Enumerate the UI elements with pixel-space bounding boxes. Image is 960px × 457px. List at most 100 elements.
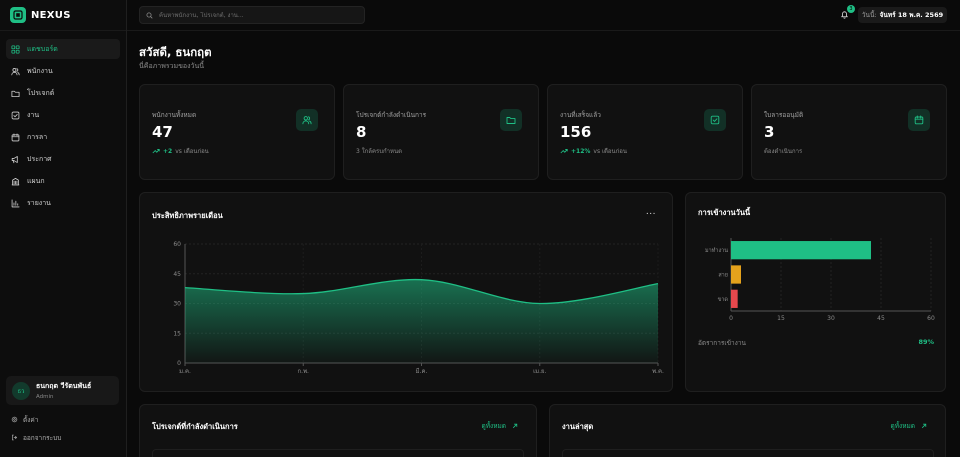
attendance-rate-value: 89% [918,338,934,346]
sidebar-item-1[interactable]: พนักงาน [6,61,120,81]
attendance-bar [731,265,741,284]
checkbox-icon [710,115,720,125]
brand-name: NEXUS [31,9,71,21]
user-card[interactable]: ธว ธนกฤต วีรัตนพันธ์ Admin [6,376,119,405]
x-tick-label: มี.ค. [416,367,428,375]
stat-sub: 3 ใกล้ครบกำหนด [356,148,402,155]
search-input[interactable] [159,11,359,19]
calendar-icon [11,132,20,141]
tasks-title: งานล่าสุด [562,422,594,431]
stat-card[interactable]: ใบลารออนุมัติ 3 ต้องดำเนินการ [751,84,947,180]
logout-label: ออกจากระบบ [23,433,62,442]
tasks-view-all-label: ดูทั้งหมด [890,422,915,430]
sidebar-item-5[interactable]: ประกาศ [6,149,120,169]
stat-delta: +12% [571,147,591,155]
y-tick-label: 60 [173,241,181,248]
folder-icon [11,90,20,97]
stat-icon-box [908,109,930,131]
tasks-view-all-link[interactable]: ดูทั้งหมด [891,421,927,431]
stat-sub: vs เดือนก่อน [593,148,627,155]
y-tick-label: 15 [173,330,181,337]
attendance-rate: อัตราการเข้างาน 89% [698,338,934,348]
x-tick-label: ก.พ. [298,368,309,375]
stat-card[interactable]: โปรเจกต์กำลังดำเนินการ 8 3 ใกล้ครบกำหนด [343,84,539,180]
projects-view-all-link[interactable]: ดูทั้งหมด [482,421,518,431]
date-chip: วันนี้: จันทร์ 18 พ.ค. 2569 [858,7,947,23]
stat-card[interactable]: พนักงานทั้งหมด 47 +2 vs เดือนก่อน [139,84,335,180]
x-tick-label: 60 [927,315,935,322]
date-value: จันทร์ 18 พ.ค. 2569 [879,11,944,19]
x-tick-label: พ.ค. [652,368,664,375]
main-content: 3 วันนี้: จันทร์ 18 พ.ค. 2569 สวัสดี, ธน… [127,0,960,457]
page-subtitle: นี่คือภาพรวมของวันนี้ [139,62,205,70]
app: NEXUS แดชบอร์ดพนักงานโปรเจกต์งานการลาประ… [0,0,960,457]
stat-value: 47 [152,123,173,141]
stat-card[interactable]: งานที่เสร็จแล้ว 156 +12% vs เดือนก่อน [547,84,743,180]
performance-panel: ประสิทธิภาพรายเดือน ... 0 15 30 45 60 ม.ค. ก.พ… [139,192,673,392]
bar-chart-icon [11,198,20,207]
x-tick-label: 30 [827,315,835,322]
x-tick-label: เม.ย. [533,368,546,375]
stat-icon-box [296,109,318,131]
settings-link[interactable]: ตั้งค่า [11,415,61,424]
tasks-list-placeholder [562,449,934,457]
sidebar-item-7[interactable]: รายงาน [6,193,120,213]
building-icon [11,177,20,185]
brand[interactable]: NEXUS [0,0,126,31]
sidebar-item-label: รายงาน [27,198,51,207]
stat-icon-box [500,109,522,131]
x-tick-label: 0 [729,315,733,322]
projects-list-placeholder [152,449,524,457]
performance-chart: 0 15 30 45 60 ม.ค. ก.พ. มี.ค. เม.ย. พ.ค. [173,241,664,375]
sidebar-nav: แดชบอร์ดพนักงานโปรเจกต์งานการลาประกาศแผน… [0,31,126,221]
gear-icon [11,416,18,423]
search-box[interactable] [139,6,365,24]
logout-icon [12,434,18,441]
attendance-bar [731,289,738,308]
users-icon [302,116,312,125]
stat-value: 3 [764,123,775,141]
folder-icon [506,117,516,124]
projects-view-all-label: ดูทั้งหมด [481,422,506,430]
y-category-label: ขาด [718,297,729,303]
sidebar-item-label: ประกาศ [27,154,52,163]
arrow-up-right-icon [512,423,518,429]
sidebar-item-label: พนักงาน [27,66,53,75]
stat-subtext: +12% vs เดือนก่อน [560,146,627,156]
sidebar-item-label: โปรเจกต์ [27,88,55,97]
y-tick-label: 30 [173,301,181,308]
stat-sub: ต้องดำเนินการ [764,148,803,155]
logo-icon [10,7,26,23]
stat-value: 156 [560,123,592,141]
sidebar-item-3[interactable]: งาน [6,105,120,125]
sidebar-item-4[interactable]: การลา [6,127,120,147]
sidebar-item-0[interactable]: แดชบอร์ด [6,39,120,59]
stat-icon-box [704,109,726,131]
sidebar-item-label: งาน [27,110,40,119]
search-icon [146,12,153,19]
stat-value: 8 [356,123,367,141]
projects-title: โปรเจกต์ที่กำลังดำเนินการ [152,422,238,431]
y-category-label: สาย [718,272,728,279]
logout-link[interactable]: ออกจากระบบ [11,433,61,442]
stat-subtext: 3 ใกล้ครบกำหนด [356,146,402,156]
arrow-up-right-icon [921,423,927,429]
calendar-icon [914,115,924,125]
stat-subtext: ต้องดำเนินการ [764,146,802,156]
stat-label: งานที่เสร็จแล้ว [560,111,601,119]
stat-label: พนักงานทั้งหมด [152,111,197,119]
checkbox-icon [11,111,20,119]
stat-delta: +2 [163,147,173,155]
user-role: Admin [36,394,54,400]
trend-up-icon [152,148,160,154]
y-tick-label: 0 [177,360,181,367]
sidebar-item-2[interactable]: โปรเจกต์ [6,83,120,103]
y-category-label: มาทำงาน [705,247,728,254]
stat-subtext: +2 vs เดือนก่อน [152,146,209,156]
projects-panel: โปรเจกต์ที่กำลังดำเนินการ ดูทั้งหมด [139,404,537,457]
trend-up-icon [560,148,568,154]
settings-label: ตั้งค่า [23,415,39,424]
sidebar-item-6[interactable]: แผนก [6,171,120,191]
sidebar-item-label: แดชบอร์ด [27,44,58,53]
notification-badge: 3 [847,5,855,13]
